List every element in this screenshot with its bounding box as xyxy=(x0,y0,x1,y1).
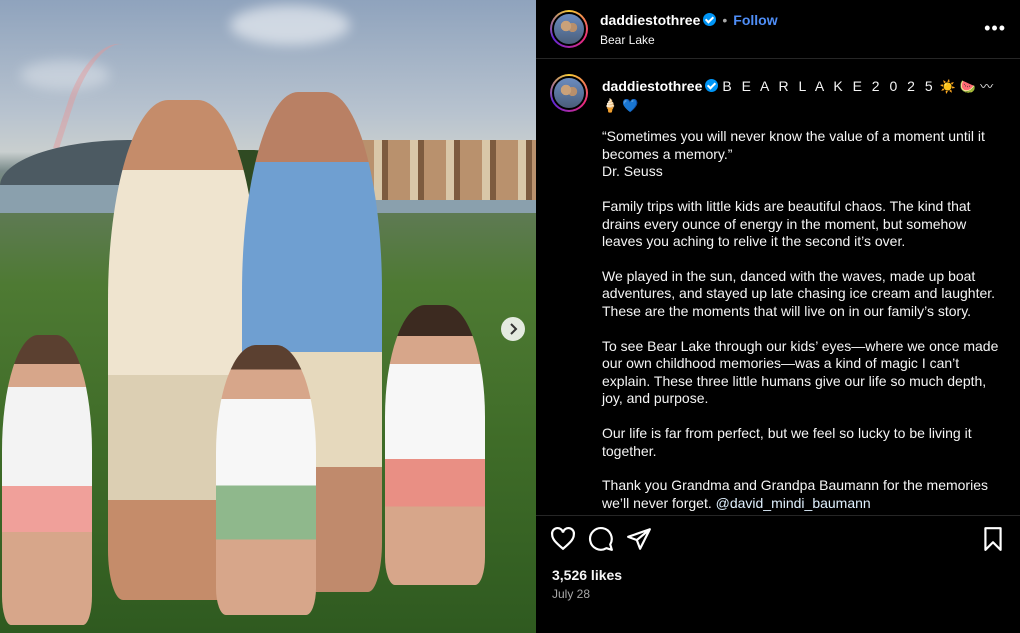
avatar[interactable] xyxy=(550,10,588,48)
child-3 xyxy=(385,305,485,585)
caption: daddiestothree B E A R L A K E 2 0 2 5 ☀️… xyxy=(550,74,1006,514)
caption-paragraph: Our life is far from perfect, but we fee… xyxy=(602,424,972,459)
send-icon[interactable] xyxy=(626,526,652,552)
post-header: daddiestothree • Follow Bear Lake ••• xyxy=(536,0,1020,58)
caption-paragraph: “Sometimes you will never know the value… xyxy=(602,128,985,180)
likes-count[interactable]: 3,526 likes xyxy=(552,567,622,583)
location-link[interactable]: Bear Lake xyxy=(600,33,778,47)
post-date[interactable]: July 28 xyxy=(552,587,590,601)
chevron-right-icon xyxy=(510,323,518,335)
caption-paragraph-last: Thank you Grandma and Grandpa Baumann fo… xyxy=(602,477,1002,512)
caption-paragraph: To see Bear Lake through our kids’ eyes—… xyxy=(602,337,999,407)
heart-icon[interactable] xyxy=(550,526,576,552)
verified-badge-icon xyxy=(705,79,719,92)
cloud xyxy=(230,5,350,45)
caption-username[interactable]: daddiestothree xyxy=(602,78,702,94)
child-2 xyxy=(216,345,316,615)
post-photo[interactable] xyxy=(0,0,536,633)
mention-link[interactable]: @david_mindi_baumann xyxy=(716,495,871,511)
divider xyxy=(536,58,1020,59)
username-link[interactable]: daddiestothree xyxy=(600,12,700,28)
comment-icon[interactable] xyxy=(588,526,614,552)
follow-button[interactable]: Follow xyxy=(733,12,777,28)
bookmark-icon[interactable] xyxy=(980,526,1006,552)
caption-title: B E A R L A K E 2 0 2 5 xyxy=(722,78,936,94)
divider xyxy=(536,515,1020,516)
verified-badge-icon xyxy=(703,12,717,26)
separator-dot: • xyxy=(722,11,728,28)
caption-paragraph: Family trips with little kids are beauti… xyxy=(602,197,971,250)
post-side-panel: daddiestothree • Follow Bear Lake ••• dadd… xyxy=(536,0,1020,633)
next-photo-button[interactable] xyxy=(501,317,525,341)
action-bar xyxy=(550,526,1006,554)
more-options-icon[interactable]: ••• xyxy=(984,18,1006,39)
avatar[interactable] xyxy=(550,74,588,112)
caption-paragraph: We played in the sun, danced with the wa… xyxy=(602,267,996,319)
child-1 xyxy=(2,335,92,625)
post-viewer: daddiestothree • Follow Bear Lake ••• dadd… xyxy=(0,0,1020,633)
